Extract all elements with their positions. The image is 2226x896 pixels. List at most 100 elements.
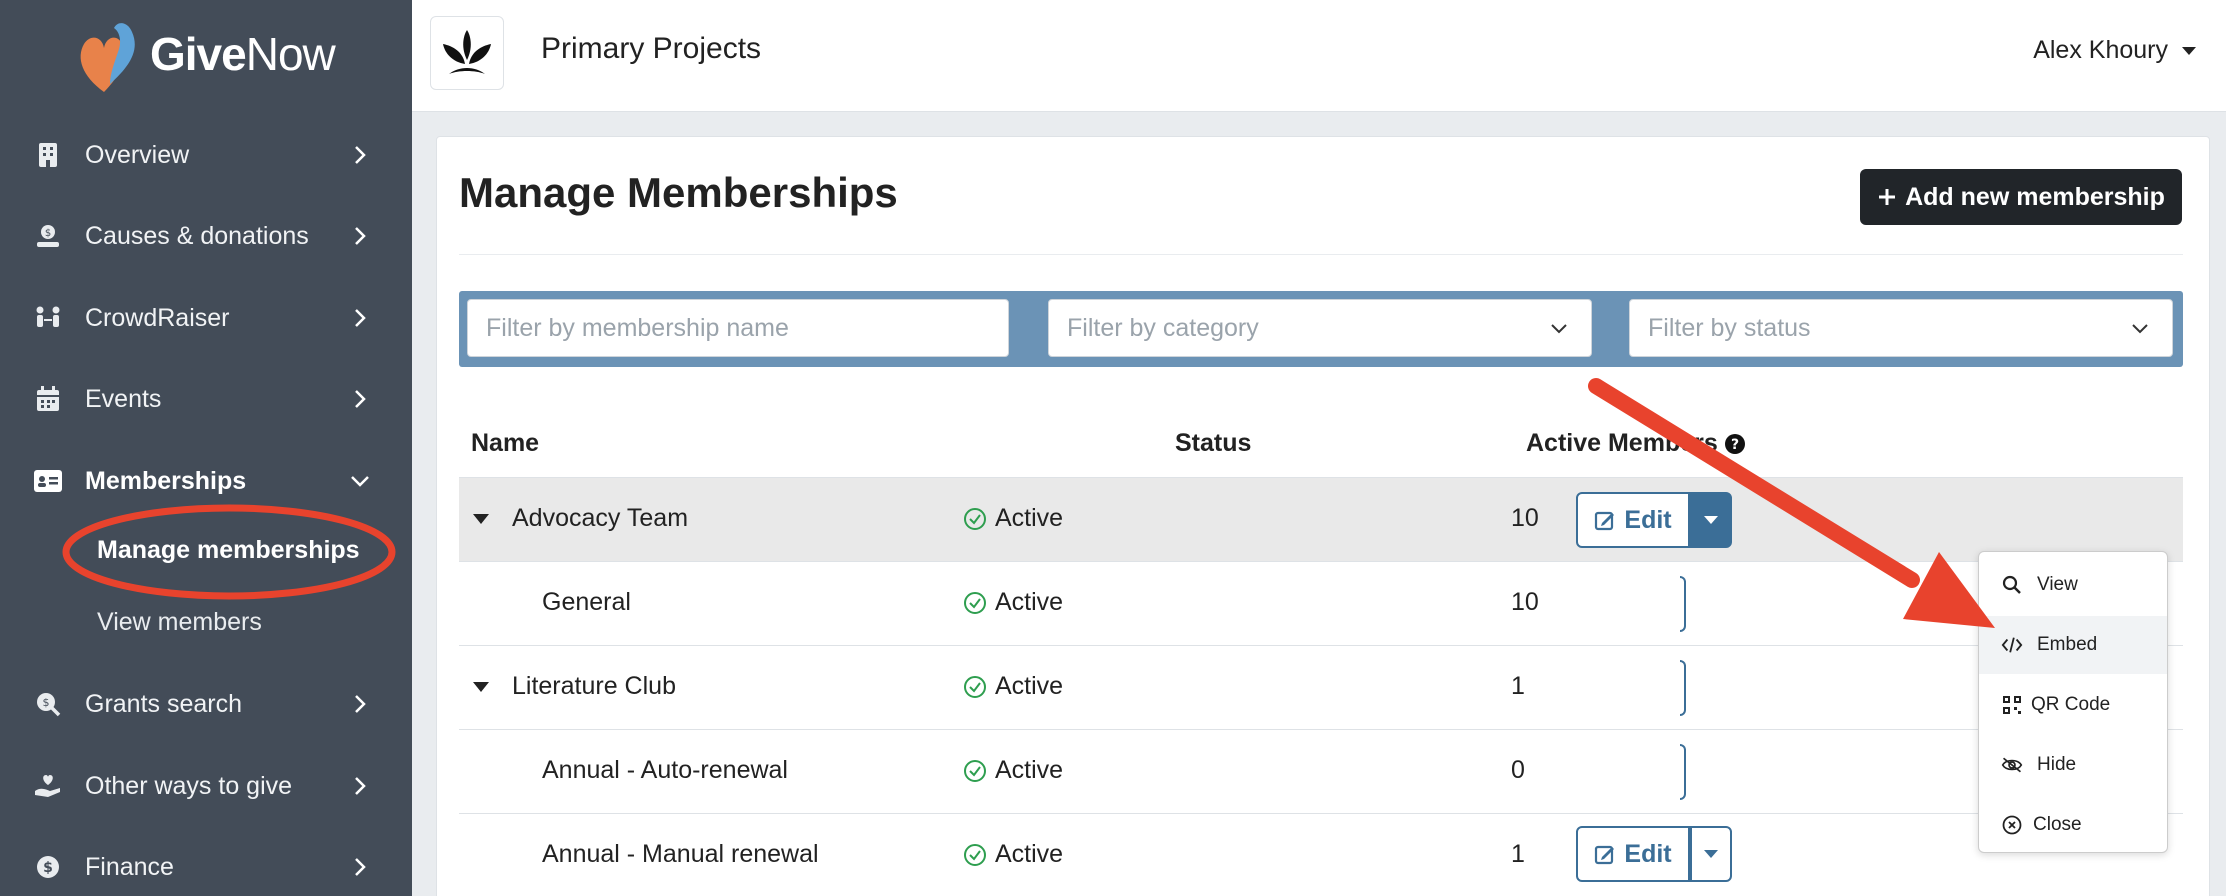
table-row: Advocacy Team Active 10 Edit [459, 477, 2183, 561]
edit-options-toggle[interactable] [1680, 744, 1686, 800]
membership-name: Annual - Manual renewal [542, 840, 819, 868]
check-circle-icon [964, 591, 986, 614]
sidebar-item-label: Causes & donations [85, 221, 309, 250]
sidebar-item-label: Grants search [85, 689, 243, 718]
code-icon [2001, 634, 2023, 656]
hand-holding-heart-icon [34, 772, 62, 800]
add-membership-button[interactable]: Add new membership [1860, 169, 2182, 225]
memberships-card: Manage Memberships Add new membership Fi… [436, 136, 2210, 896]
table-row: Annual - Manual renewal Active 1 Edit [459, 813, 2183, 896]
membership-name: General [542, 588, 631, 616]
sidebar-item-other-ways[interactable]: Other ways to give [0, 756, 412, 816]
menu-item-embed[interactable]: Embed [1979, 616, 2167, 674]
sidebar-item-finance[interactable]: $ Finance [0, 837, 412, 896]
search-dollar-icon: $ [34, 690, 62, 718]
qr-code-icon [2001, 694, 2023, 716]
category-filter-select[interactable]: Filter by category [1048, 299, 1592, 357]
membership-name: Annual - Auto-renewal [542, 756, 788, 784]
menu-item-qr-code[interactable]: QR Code [1979, 676, 2167, 734]
sidebar-subitem-view-members[interactable]: View members [97, 608, 262, 637]
chevron-right-icon [355, 309, 366, 327]
edit-options-toggle[interactable] [1690, 492, 1732, 548]
chevron-down-icon [2132, 324, 2148, 334]
active-members-count: 0 [1511, 756, 1525, 784]
chevron-right-icon [355, 777, 366, 795]
sidebar-item-label: Events [85, 384, 162, 413]
caret-down-icon[interactable] [473, 514, 489, 524]
page-title: Manage Memberships [459, 169, 898, 216]
caret-down-icon [1704, 516, 1718, 524]
check-circle-icon [964, 507, 986, 530]
edit-options-toggle[interactable] [1690, 826, 1732, 882]
organization-logo[interactable] [430, 16, 504, 90]
sidebar-item-label: Other ways to give [85, 771, 293, 800]
eye-slash-icon [2001, 754, 2023, 776]
sidebar-item-grants-search[interactable]: $ Grants search [0, 674, 412, 734]
help-circle-icon[interactable]: ? [1724, 433, 1746, 455]
edit-button-group: Edit [1576, 826, 1732, 882]
sidebar-item-label: Overview [85, 140, 190, 169]
active-members-count: 10 [1511, 504, 1539, 532]
status-cell: Active [963, 756, 1063, 785]
svg-text:$: $ [43, 696, 50, 709]
top-bar: Primary Projects Alex Khoury [412, 0, 2226, 112]
table-row: Literature Club Active 1 [459, 645, 2183, 729]
membership-name-filter-input[interactable]: Filter by membership name [467, 299, 1009, 357]
column-header-status: Status [1175, 429, 1252, 457]
sidebar-item-crowdraiser[interactable]: CrowdRaiser [0, 288, 412, 348]
chevron-right-icon [355, 390, 366, 408]
caret-down-icon[interactable] [473, 682, 489, 692]
givenow-logo[interactable]: GiveNow [74, 14, 336, 94]
chevron-down-icon [351, 476, 369, 487]
calendar-icon [34, 385, 62, 413]
sidebar-subitem-manage-memberships[interactable]: Manage memberships [97, 536, 360, 565]
active-members-count: 1 [1511, 672, 1525, 700]
menu-item-close[interactable]: Close [1979, 796, 2167, 854]
sidebar-item-causes[interactable]: $ Causes & donations [0, 206, 412, 266]
menu-item-view[interactable]: View [1979, 556, 2167, 614]
sidebar-item-label: CrowdRaiser [85, 303, 230, 332]
edit-options-toggle[interactable] [1680, 576, 1686, 632]
edit-icon [1595, 511, 1615, 531]
table-row: General Active 10 [459, 561, 2183, 645]
check-circle-icon [964, 759, 986, 782]
organization-name: Primary Projects [541, 32, 762, 65]
close-circle-icon [2001, 814, 2023, 836]
status-cell: Active [963, 504, 1063, 533]
membership-name: Literature Club [512, 672, 676, 700]
check-circle-icon [964, 843, 986, 866]
sidebar-item-label: Finance [85, 852, 174, 881]
edit-button[interactable]: Edit [1576, 826, 1690, 882]
column-header-name: Name [471, 429, 540, 457]
filter-bar: Filter by membership name Filter by cate… [459, 291, 2183, 367]
status-cell: Active [963, 672, 1063, 701]
sidebar-item-overview[interactable]: Overview [0, 125, 412, 185]
coin-dollar-icon: $ [34, 853, 62, 881]
caret-down-icon [2182, 46, 2196, 55]
edit-options-toggle[interactable] [1680, 660, 1686, 716]
user-menu[interactable]: Alex Khoury [2033, 36, 2196, 65]
chevron-down-icon [1551, 324, 1567, 334]
status-cell: Active [963, 588, 1063, 617]
table-row: Annual - Auto-renewal Active 0 [459, 729, 2183, 813]
donation-hand-icon: $ [34, 222, 62, 250]
edit-button-group: Edit [1576, 492, 1732, 548]
edit-button[interactable]: Edit [1576, 492, 1690, 548]
status-cell: Active [963, 840, 1063, 869]
chevron-right-icon [355, 146, 366, 164]
column-header-active-members: Active Members ? [1526, 429, 1746, 458]
menu-item-hide[interactable]: Hide [1979, 736, 2167, 794]
status-filter-select[interactable]: Filter by status [1629, 299, 2173, 357]
check-circle-icon [964, 675, 986, 698]
svg-text:?: ? [1731, 437, 1739, 453]
sidebar-item-memberships[interactable]: Memberships [0, 451, 412, 511]
active-members-count: 1 [1511, 840, 1525, 868]
chevron-right-icon [355, 695, 366, 713]
svg-text:$: $ [45, 228, 51, 239]
id-card-icon [34, 467, 62, 495]
leaf-logo-icon [443, 30, 491, 74]
membership-name: Advocacy Team [512, 504, 689, 532]
edit-icon [1595, 845, 1615, 865]
sidebar-item-events[interactable]: Events [0, 369, 412, 429]
svg-text:$: $ [43, 860, 53, 876]
